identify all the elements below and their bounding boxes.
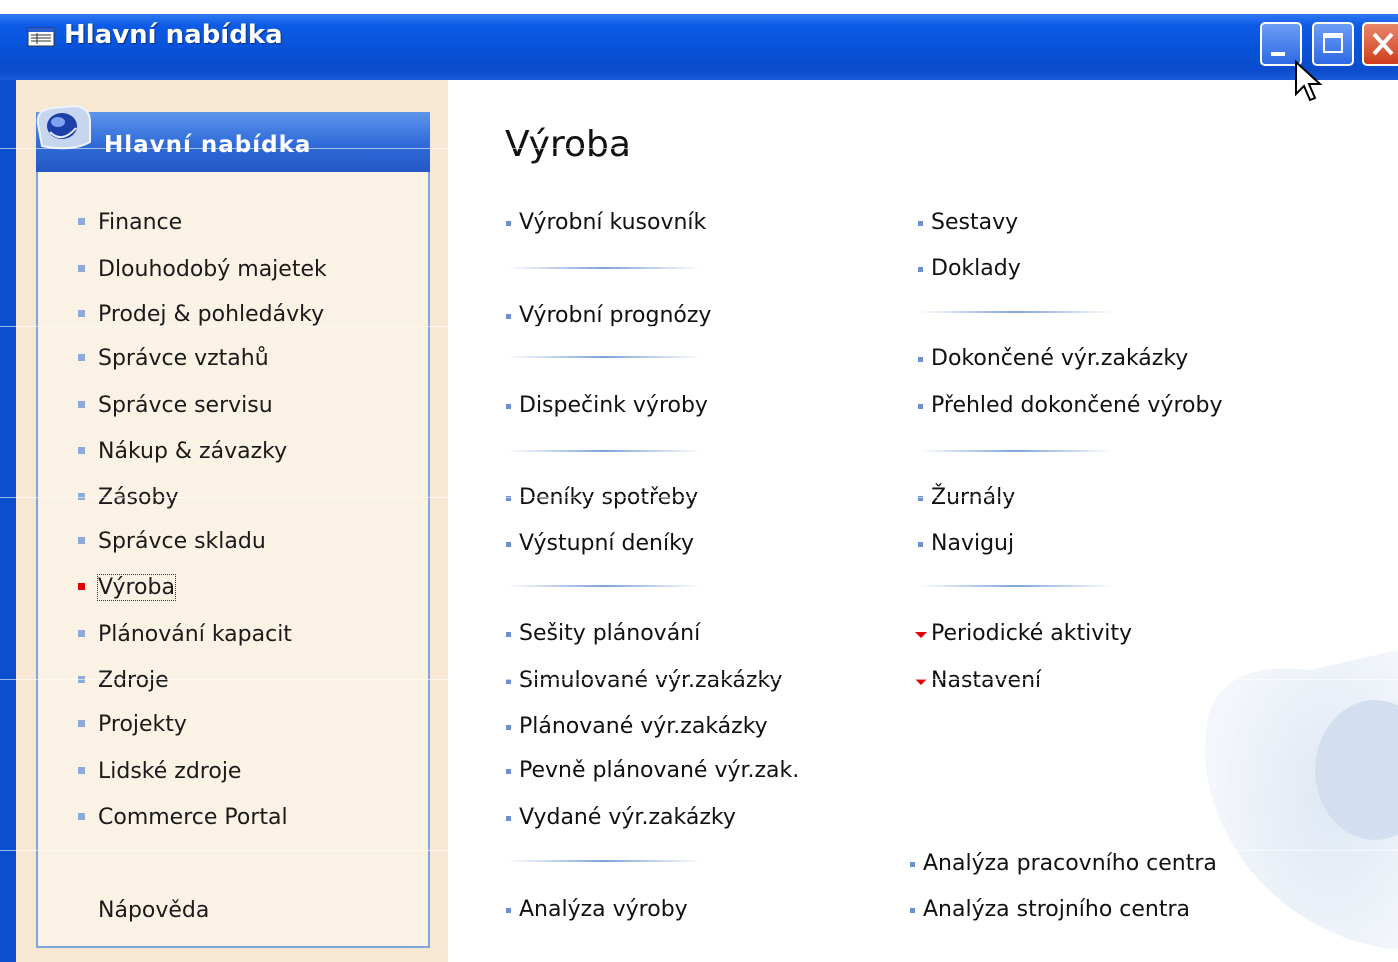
link-bullet [506, 542, 511, 547]
link-bullet [506, 314, 511, 319]
separator [918, 311, 1114, 313]
nav-bullet [78, 447, 85, 454]
close-button[interactable] [1362, 22, 1398, 66]
nav-item-prodej-pohledavky[interactable]: Prodej & pohledávky [98, 298, 324, 332]
link-bullet [506, 221, 511, 226]
link-bullet [918, 496, 923, 501]
close-icon [1372, 32, 1394, 56]
expand-arrow-icon[interactable] [915, 679, 927, 685]
nav-item-finance[interactable]: Finance [98, 206, 182, 240]
navigation-header-title: Hlavní nabídka [104, 132, 312, 158]
nav-item-spravce-servisu[interactable]: Správce servisu [98, 389, 273, 423]
nav-item-vyroba[interactable]: Výroba [97, 571, 176, 605]
navision-logo-icon [36, 104, 91, 150]
window-frame-left [0, 80, 16, 962]
link-bullet [506, 404, 511, 409]
link-bullet [506, 908, 511, 913]
link-analyza-vyroby[interactable]: Analýza výroby [519, 894, 688, 926]
nav-bullet [78, 767, 85, 774]
link-pevne-planovane-vyr-zak[interactable]: Pevně plánované výr.zak. [519, 755, 799, 787]
nav-bullet [78, 537, 85, 544]
nav-bullet [78, 310, 85, 317]
link-planovane-vyr-zakazky[interactable]: Plánované výr.zakázky [519, 711, 768, 743]
link-naviguj[interactable]: Naviguj [931, 528, 1014, 560]
link-bullet [918, 267, 923, 272]
nav-item-spravce-skladu[interactable]: Správce skladu [98, 525, 266, 559]
link-sestavy[interactable]: Sestavy [931, 207, 1018, 239]
link-deniky-spotreby[interactable]: Deníky spotřeby [519, 482, 698, 514]
separator [506, 267, 702, 269]
menu-window-icon [27, 27, 55, 47]
expand-arrow-icon[interactable] [915, 632, 927, 638]
link-bullet [918, 542, 923, 547]
separator [506, 860, 702, 862]
nav-item-dlouhodoby-majetek[interactable]: Dlouhodobý majetek [98, 253, 327, 287]
link-bullet [910, 908, 915, 913]
link-bullet [918, 404, 923, 409]
link-vyrobni-kusovnik[interactable]: Výrobní kusovník [519, 207, 706, 239]
link-analyza-strojniho-centra[interactable]: Analýza strojního centra [923, 894, 1190, 926]
page-title: Výroba [505, 124, 631, 165]
window-title: Hlavní nabídka [64, 20, 283, 50]
nav-bullet [78, 265, 85, 272]
nav-bullet [78, 676, 85, 683]
maximize-icon [1323, 33, 1343, 53]
nav-item-zdroje[interactable]: Zdroje [98, 664, 169, 698]
link-zurnaly[interactable]: Žurnály [931, 482, 1015, 514]
link-bullet [506, 769, 511, 774]
link-nastaveni[interactable]: Nastavení [931, 665, 1041, 697]
separator [506, 356, 702, 358]
link-simulovane-vyr-zakazky[interactable]: Simulované výr.zakázky [519, 665, 782, 697]
link-bullet [506, 496, 511, 501]
separator [918, 585, 1114, 587]
nav-bullet-active [78, 583, 85, 590]
mouse-cursor-icon [1295, 60, 1323, 102]
link-bullet [506, 816, 511, 821]
link-bullet [506, 632, 511, 637]
link-prehled-dokoncene-vyroby[interactable]: Přehled dokončené výroby [931, 390, 1222, 422]
nav-item-projekty[interactable]: Projekty [98, 708, 187, 742]
separator [506, 585, 702, 587]
link-dokoncene-vyr-zakazky[interactable]: Dokončené výr.zakázky [931, 343, 1188, 375]
nav-bullet [78, 720, 85, 727]
link-bullet [506, 679, 511, 684]
link-vyrobni-prognozy[interactable]: Výrobní prognózy [519, 300, 711, 332]
nav-item-planovani-kapacit[interactable]: Plánování kapacit [98, 618, 292, 652]
link-bullet [918, 357, 923, 362]
nav-item-commerce-portal[interactable]: Commerce Portal [98, 801, 288, 835]
nav-item-napoveda[interactable]: Nápověda [98, 894, 209, 928]
nav-bullet [78, 218, 85, 225]
separator [918, 450, 1114, 452]
link-vydane-vyr-zakazky[interactable]: Vydané výr.zakázky [519, 802, 736, 834]
link-bullet [918, 221, 923, 226]
link-sesity-planovani[interactable]: Sešity plánování [519, 618, 700, 650]
separator [506, 450, 702, 452]
link-bullet [506, 725, 511, 730]
nav-bullet [78, 813, 85, 820]
link-dispecink-vyroby[interactable]: Dispečink výroby [519, 390, 708, 422]
link-doklady[interactable]: Doklady [931, 253, 1021, 285]
nav-bullet [78, 493, 85, 500]
link-periodicke-aktivity[interactable]: Periodické aktivity [931, 618, 1132, 650]
nav-item-vyroba-label: Výroba [97, 574, 176, 601]
nav-bullet [78, 630, 85, 637]
nav-bullet [78, 401, 85, 408]
nav-item-spravce-vztahu[interactable]: Správce vztahů [98, 342, 269, 376]
minimize-icon [1271, 52, 1285, 56]
nav-item-nakup-zavazky[interactable]: Nákup & závazky [98, 435, 287, 469]
nav-item-lidske-zdroje[interactable]: Lidské zdroje [98, 755, 241, 789]
nav-item-zasoby[interactable]: Zásoby [98, 481, 178, 515]
link-vystupni-deniky[interactable]: Výstupní deníky [519, 528, 694, 560]
nav-bullet [78, 354, 85, 361]
link-analyza-pracovniho-centra[interactable]: Analýza pracovního centra [923, 848, 1217, 880]
background-decoration [1205, 650, 1398, 950]
link-bullet [910, 862, 915, 867]
